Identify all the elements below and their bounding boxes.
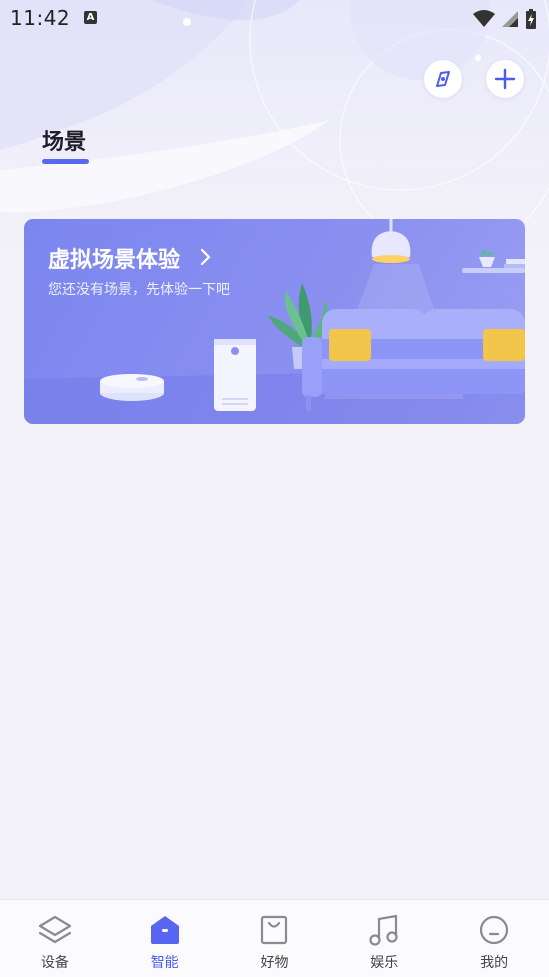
tab-label: 我的	[480, 955, 509, 971]
tab-label: 智能	[150, 955, 179, 971]
tab-goods[interactable]: 好物	[220, 900, 330, 977]
page-title: 场景	[42, 130, 87, 155]
tab-smart[interactable]: 智能	[110, 900, 220, 977]
status-time: 11:42	[10, 6, 71, 30]
battery-icon	[526, 9, 536, 29]
banner-title: 虚拟场景体验	[48, 248, 181, 273]
virtual-scene-banner[interactable]: 虚拟场景体验 您还没有场景，先体验一下吧	[24, 219, 525, 424]
home-icon	[146, 912, 184, 948]
smile-face-icon	[475, 912, 513, 948]
plus-icon	[494, 68, 516, 90]
layers-icon	[36, 912, 74, 948]
tab-mine[interactable]: 我的	[439, 900, 549, 977]
compass-icon	[436, 71, 450, 87]
wifi-icon	[473, 10, 495, 27]
tab-label: 好物	[260, 955, 289, 971]
music-note-icon	[365, 912, 403, 948]
tab-entertainment[interactable]: 娱乐	[329, 900, 439, 977]
chevron-right-icon	[200, 248, 211, 266]
tab-label: 设备	[40, 955, 69, 971]
bottom-tab-bar: 设备 智能 好物 娱乐 我的	[0, 899, 549, 977]
notification-icon: A	[84, 11, 97, 24]
signal-icon	[502, 11, 518, 27]
banner-subtitle: 您还没有场景，先体验一下吧	[48, 282, 230, 298]
status-bar: 11:42 A	[0, 0, 549, 38]
title-underline	[42, 159, 89, 164]
add-button[interactable]	[486, 60, 524, 98]
status-icons	[473, 9, 537, 29]
bag-icon	[255, 912, 293, 948]
tab-label: 娱乐	[370, 955, 399, 971]
compass-button[interactable]	[424, 60, 462, 98]
tab-devices[interactable]: 设备	[0, 900, 110, 977]
